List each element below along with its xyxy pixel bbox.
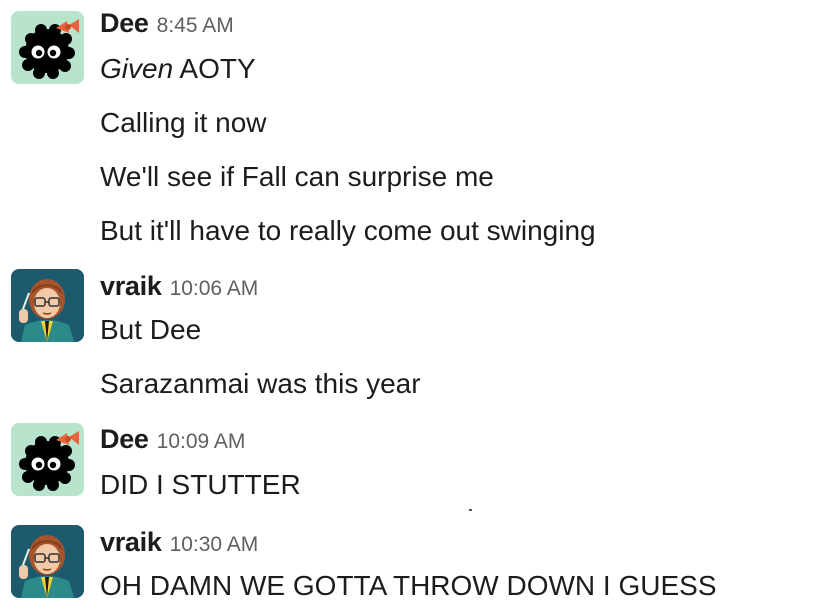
cartoon-woman-avatar-icon[interactable] <box>11 269 84 342</box>
message-header: vraik 10:30 AM <box>100 527 258 561</box>
message-text: Calling it now <box>100 107 267 138</box>
timestamp[interactable]: 10:30 AM <box>170 533 259 557</box>
author-name[interactable]: vraik <box>100 527 162 558</box>
message-text: DID I STUTTER <box>100 469 301 500</box>
stray-mark <box>469 509 472 511</box>
message-text: OH DAMN WE GOTTA THROW DOWN I GUESS <box>100 570 717 601</box>
timestamp[interactable]: 8:45 AM <box>157 14 234 38</box>
message-text: But Dee <box>100 314 202 345</box>
message-header: Dee 10:09 AM <box>100 424 245 458</box>
message-text: Sarazanmai was this year <box>100 368 421 399</box>
message-header: vraik 10:06 AM <box>100 271 258 305</box>
timestamp[interactable]: 10:09 AM <box>157 430 246 454</box>
message-header: Dee 8:45 AM <box>100 8 234 42</box>
soot-sprite-avatar-icon[interactable] <box>11 423 84 496</box>
message-text: We'll see if Fall can surprise me <box>100 161 494 192</box>
italic-text: Given <box>100 53 174 84</box>
message-text: But it'll have to really come out swingi… <box>100 215 596 246</box>
message-text-rest: AOTY <box>179 53 256 84</box>
author-name[interactable]: Dee <box>100 8 149 39</box>
author-name[interactable]: vraik <box>100 271 162 302</box>
soot-sprite-avatar-icon[interactable] <box>11 11 84 84</box>
message-text: Given AOTY <box>100 52 256 86</box>
timestamp[interactable]: 10:06 AM <box>170 277 259 301</box>
cartoon-woman-avatar-icon[interactable] <box>11 525 84 598</box>
author-name[interactable]: Dee <box>100 424 149 455</box>
